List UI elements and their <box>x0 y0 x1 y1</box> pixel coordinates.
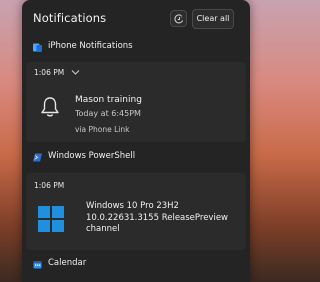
clear-all-button[interactable]: Clear all <box>192 9 234 29</box>
group-app-name: Windows PowerShell <box>48 151 136 161</box>
notification-body-line: channel <box>86 224 120 234</box>
powershell-icon <box>33 153 42 162</box>
bell-icon <box>41 97 59 117</box>
notification-card-mason-training[interactable]: 1:06 PM Mason training Today at 6:45PM v… <box>26 62 246 142</box>
windows-logo-icon <box>38 206 64 232</box>
group-header-powershell[interactable]: Windows PowerShell <box>22 147 250 171</box>
notification-source: via Phone Link <box>75 125 130 134</box>
notifications-title: Notifications <box>33 11 107 25</box>
group-app-name: Calendar <box>48 258 87 268</box>
calendar-icon <box>33 261 42 269</box>
svg-text:z: z <box>181 14 183 18</box>
notification-time: 1:06 PM <box>34 181 65 190</box>
notification-time-text: Today at 6:45PM <box>75 109 141 118</box>
notification-time: 1:06 PM <box>34 68 65 77</box>
chevron-down-icon[interactable] <box>71 68 80 76</box>
notification-center: Notifications z Clear all iPhone Notific… <box>22 0 250 282</box>
notification-body: Windows 10 Pro 23H2 10.0.22631.3155 Rele… <box>86 201 228 236</box>
phone-link-icon <box>33 43 42 52</box>
notification-body-line: 10.0.22631.3155 ReleasePreview <box>86 212 229 223</box>
focus-assist-button[interactable]: z <box>170 10 187 27</box>
group-app-name: iPhone Notifications <box>48 41 133 51</box>
group-header-iphone[interactable]: iPhone Notifications <box>22 37 250 61</box>
notification-body-line: Windows 10 Pro 23H2 <box>86 201 179 211</box>
notification-card-windows-version[interactable]: 1:06 PM Windows 10 Pro 23H2 10.0.22631.3… <box>26 173 246 250</box>
group-header-calendar[interactable]: Calendar <box>22 254 250 278</box>
notification-header: Notifications z Clear all <box>22 0 250 40</box>
notification-title: Mason training <box>75 95 142 105</box>
focus-assist-icon: z <box>174 14 184 24</box>
